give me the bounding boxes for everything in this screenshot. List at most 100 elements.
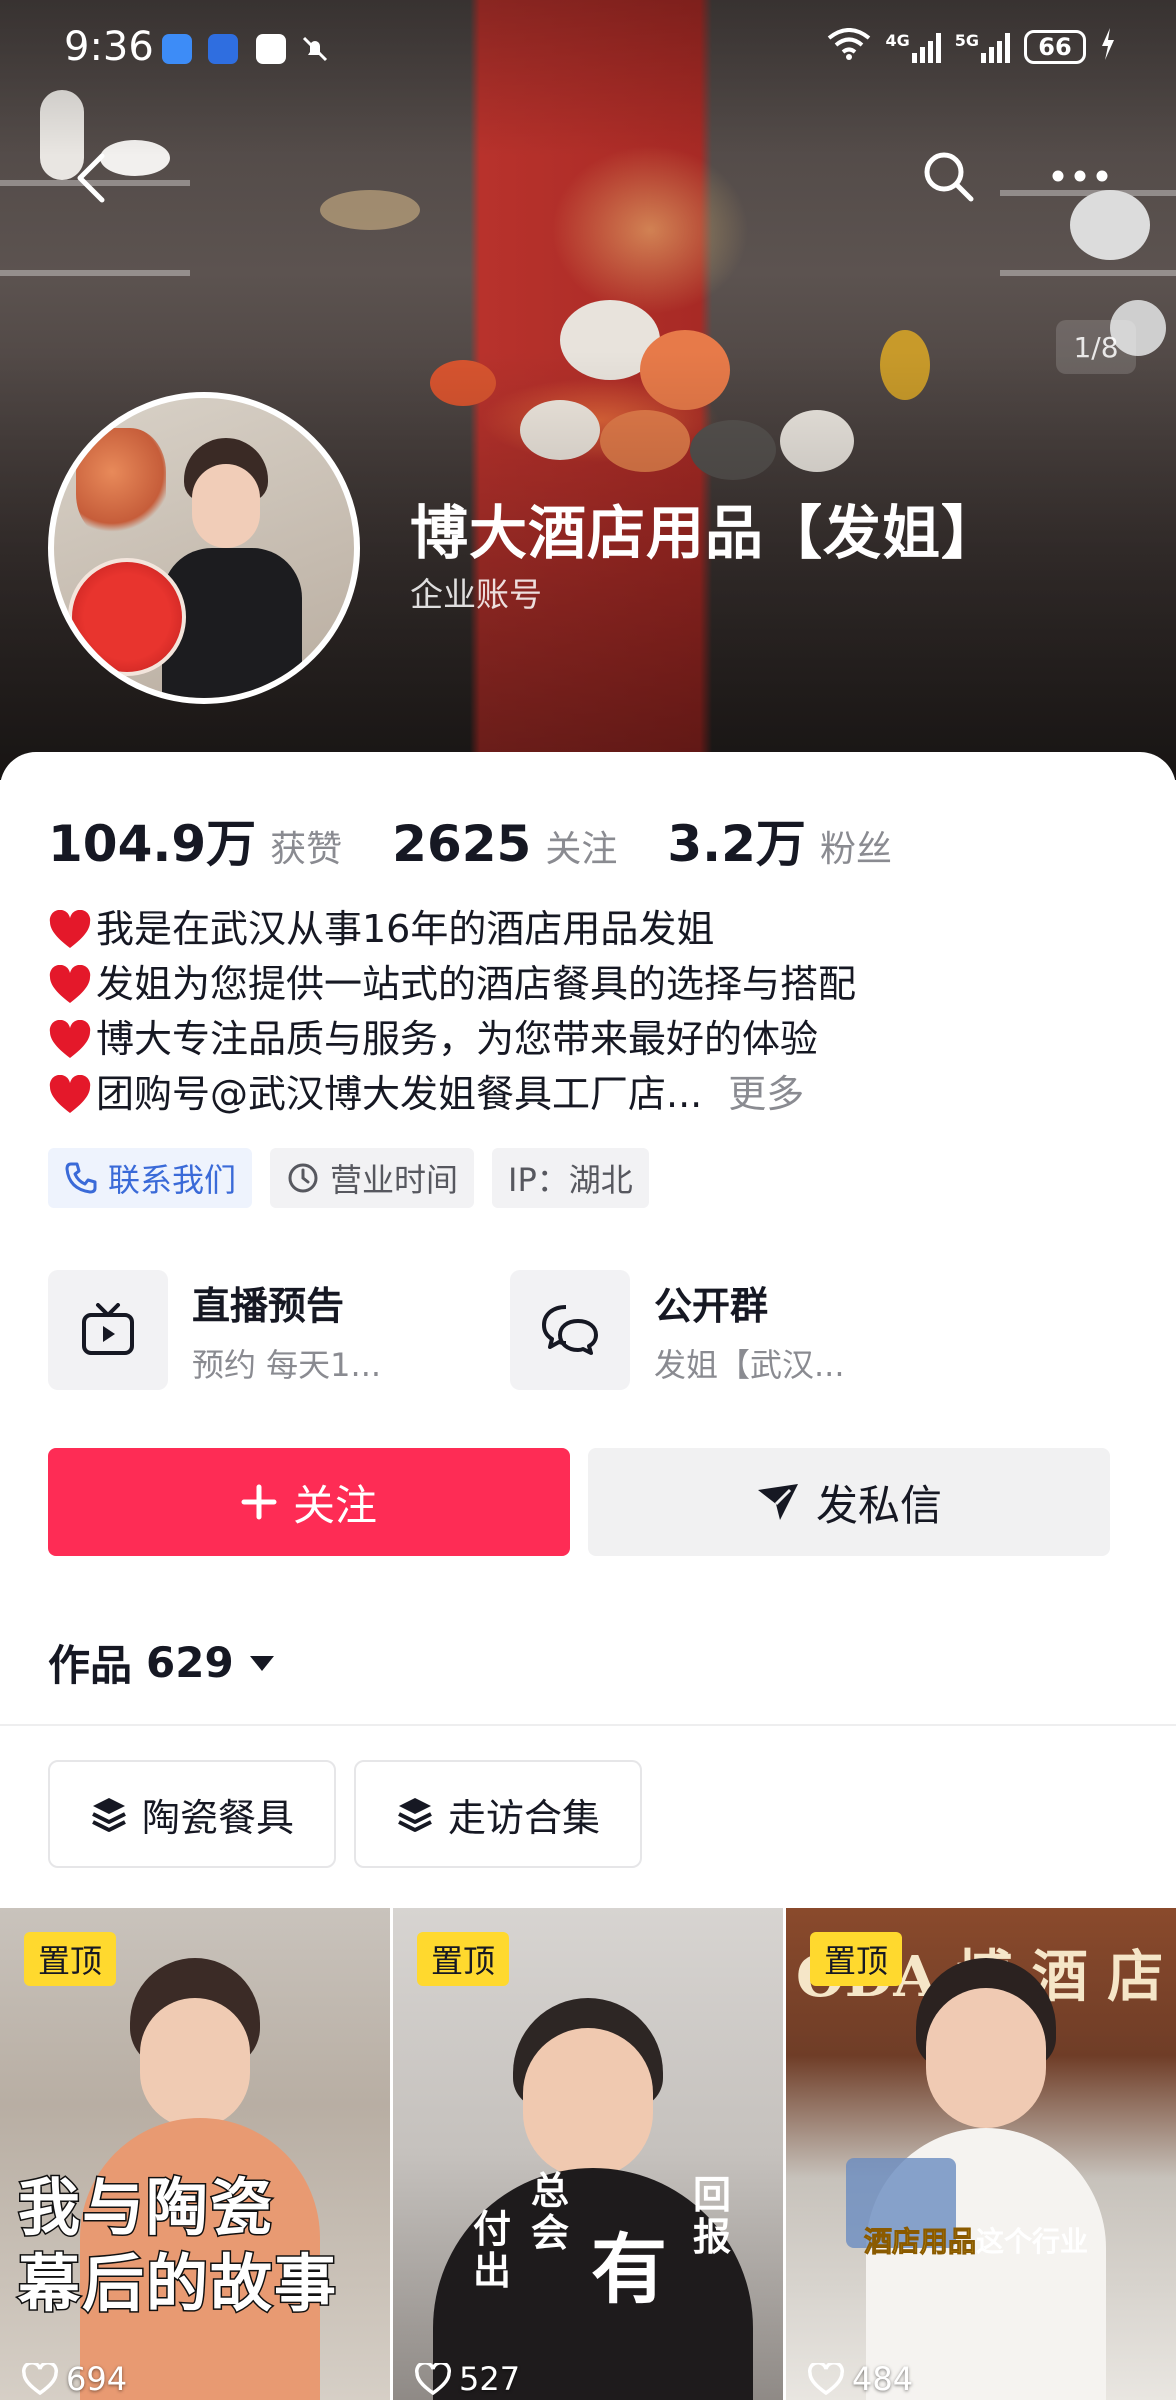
more-dots-icon: [1052, 170, 1108, 182]
like-count-value: 484: [852, 2360, 914, 2398]
likes-count[interactable]: 104.9万: [48, 804, 256, 876]
search-icon: [924, 152, 974, 202]
bio-line: 我是在武汉从事16年的酒店用品发姐: [48, 902, 1128, 957]
followers-label[interactable]: 粉丝: [820, 820, 892, 872]
wifi-icon: [827, 28, 871, 65]
clock-icon: [288, 1163, 318, 1193]
signal-4g: 4G: [885, 30, 941, 63]
pinned-badge: 置顶: [417, 1932, 510, 1986]
live-preview-title: 直播预告: [192, 1283, 345, 1328]
pinned-badge: 置顶: [24, 1932, 117, 1986]
live-preview-entry[interactable]: 直播预告 预约 每天1...: [48, 1268, 381, 1392]
net-type-label: 5G: [954, 30, 979, 50]
mute-bell-icon: [300, 34, 330, 64]
layers-icon: [398, 1798, 432, 1832]
calligraphy-text: 有: [591, 2225, 667, 2314]
business-hours-tag[interactable]: 营业时间: [270, 1148, 475, 1208]
pinned-badge: 置顶: [810, 1932, 903, 1986]
message-button[interactable]: 发私信: [588, 1448, 1110, 1556]
signal-5g: 5G: [955, 31, 1010, 63]
caption-line: 我与陶瓷: [16, 2170, 275, 2246]
profile-name: 博大酒店用品【发姐】: [410, 499, 1001, 567]
bio-text: 发姐为您提供一站式的酒店餐具的选择与搭配: [96, 962, 857, 1006]
ip-location-tag: IP：湖北: [492, 1148, 649, 1208]
signal-bars-icon: [911, 31, 941, 63]
collection-label: 陶瓷餐具: [142, 1795, 295, 1840]
heart-icon: [48, 1019, 92, 1060]
bio-line: 发姐为您提供一站式的酒店餐具的选择与搭配: [48, 957, 1128, 1012]
contact-us-label: 联系我们: [108, 1161, 237, 1199]
battery-indicator: 66: [1024, 29, 1086, 64]
bio-more-link[interactable]: 更多: [728, 1067, 804, 1122]
bio-text: 博大专注品质与服务，为您带来最好的体验: [96, 1017, 819, 1061]
caption-line: 幕后的故事: [16, 2246, 339, 2322]
public-group-title: 公开群: [654, 1283, 769, 1328]
calligraphy-text: 回报: [693, 2172, 732, 2259]
heart-outline-icon: [808, 2363, 844, 2395]
send-icon: [757, 1484, 798, 1520]
status-bar: 9:36 4G 5G 66: [0, 0, 1176, 100]
caret-down-icon: [249, 1655, 274, 1671]
feature-entries: 直播预告 预约 每天1... 公开群 发姐【武汉...: [48, 1268, 1128, 1392]
heart-icon: [48, 964, 92, 1005]
contact-us-tag[interactable]: 联系我们: [48, 1148, 253, 1208]
video-grid: 置顶 我与陶瓷 幕后的故事 694 置顶 付出 总会 有 回报 527 ODA …: [0, 1908, 1176, 2400]
account-type-label: 企业账号: [410, 575, 542, 614]
video-thumbnail[interactable]: 置顶 我与陶瓷 幕后的故事 694: [0, 1908, 390, 2400]
like-count-value: 694: [66, 2360, 128, 2398]
like-count: 694: [22, 2358, 127, 2400]
collections-row: 陶瓷餐具 走访合集: [48, 1760, 643, 1868]
bio-text: 团购号@武汉博大发姐餐具工厂店...: [96, 1072, 703, 1116]
browser-app-icon: [256, 34, 286, 64]
like-count: 527: [415, 2358, 520, 2400]
follow-label: 关注: [292, 1480, 377, 1530]
calligraphy-text: 付出: [473, 2206, 512, 2293]
chat-bubbles-icon: [510, 1270, 630, 1390]
search-button[interactable]: [908, 136, 988, 216]
heart-icon: [48, 909, 92, 950]
bio-text: 我是在武汉从事16年的酒店用品发姐: [96, 907, 715, 951]
works-tab[interactable]: 作品 629: [48, 1632, 276, 1693]
follow-button[interactable]: 关注: [48, 1448, 570, 1556]
like-count-value: 527: [459, 2360, 521, 2398]
back-button[interactable]: [52, 138, 132, 218]
layers-icon: [92, 1798, 126, 1832]
public-group-entry[interactable]: 公开群 发姐【武汉...: [510, 1268, 845, 1392]
heart-outline-icon: [415, 2363, 451, 2395]
collection-label: 走访合集: [448, 1795, 601, 1840]
chevron-left-icon: [77, 153, 105, 203]
avatar[interactable]: [48, 392, 360, 704]
ip-location-label: IP：湖北: [508, 1161, 633, 1199]
collection-visits[interactable]: 走访合集: [354, 1760, 643, 1868]
followers-count[interactable]: 3.2万: [667, 804, 806, 876]
heart-outline-icon: [22, 2363, 58, 2395]
map-app-icon: [208, 34, 238, 64]
image-counter: 1/8: [1056, 320, 1136, 374]
more-options-button[interactable]: [1040, 136, 1120, 216]
video-caption: 酒店用品这个行业: [863, 2220, 1088, 2260]
message-app-icon: [162, 34, 192, 64]
public-group-subtitle: 发姐【武汉...: [654, 1345, 845, 1384]
video-thumbnail[interactable]: 置顶 付出 总会 有 回报 527: [393, 1908, 783, 2400]
profile-stats: 104.9万 获赞 2625 关注 3.2万 粉丝: [48, 804, 942, 876]
following-label[interactable]: 关注: [545, 820, 617, 872]
status-time: 9:36: [64, 24, 154, 70]
plus-icon: [241, 1484, 277, 1520]
caption-highlight: 酒店用品: [863, 2225, 977, 2259]
net-type-label: 4G: [885, 30, 910, 50]
bio-line: 团购号@武汉博大发姐餐具工厂店... 更多: [48, 1067, 1128, 1122]
section-divider: [0, 1724, 1176, 1726]
likes-label[interactable]: 获赞: [270, 820, 342, 872]
video-thumbnail[interactable]: ODA 博 酒 店 置顶 酒店用品这个行业 484: [786, 1908, 1176, 2400]
phone-icon: [65, 1162, 97, 1194]
tv-icon: [48, 1270, 168, 1390]
profile-tags: 联系我们 营业时间 IP：湖北: [48, 1148, 649, 1208]
message-label: 发私信: [815, 1480, 942, 1530]
bio-line: 博大专注品质与服务，为您带来最好的体验: [48, 1012, 1128, 1067]
bio[interactable]: 我是在武汉从事16年的酒店用品发姐 发姐为您提供一站式的酒店餐具的选择与搭配 博…: [48, 902, 1128, 1122]
signal-bars-icon: [981, 31, 1010, 63]
collection-ceramic-tableware[interactable]: 陶瓷餐具: [48, 1760, 337, 1868]
works-label: 作品: [48, 1641, 133, 1690]
following-count[interactable]: 2625: [392, 815, 531, 873]
works-count: 629: [146, 1638, 234, 1687]
